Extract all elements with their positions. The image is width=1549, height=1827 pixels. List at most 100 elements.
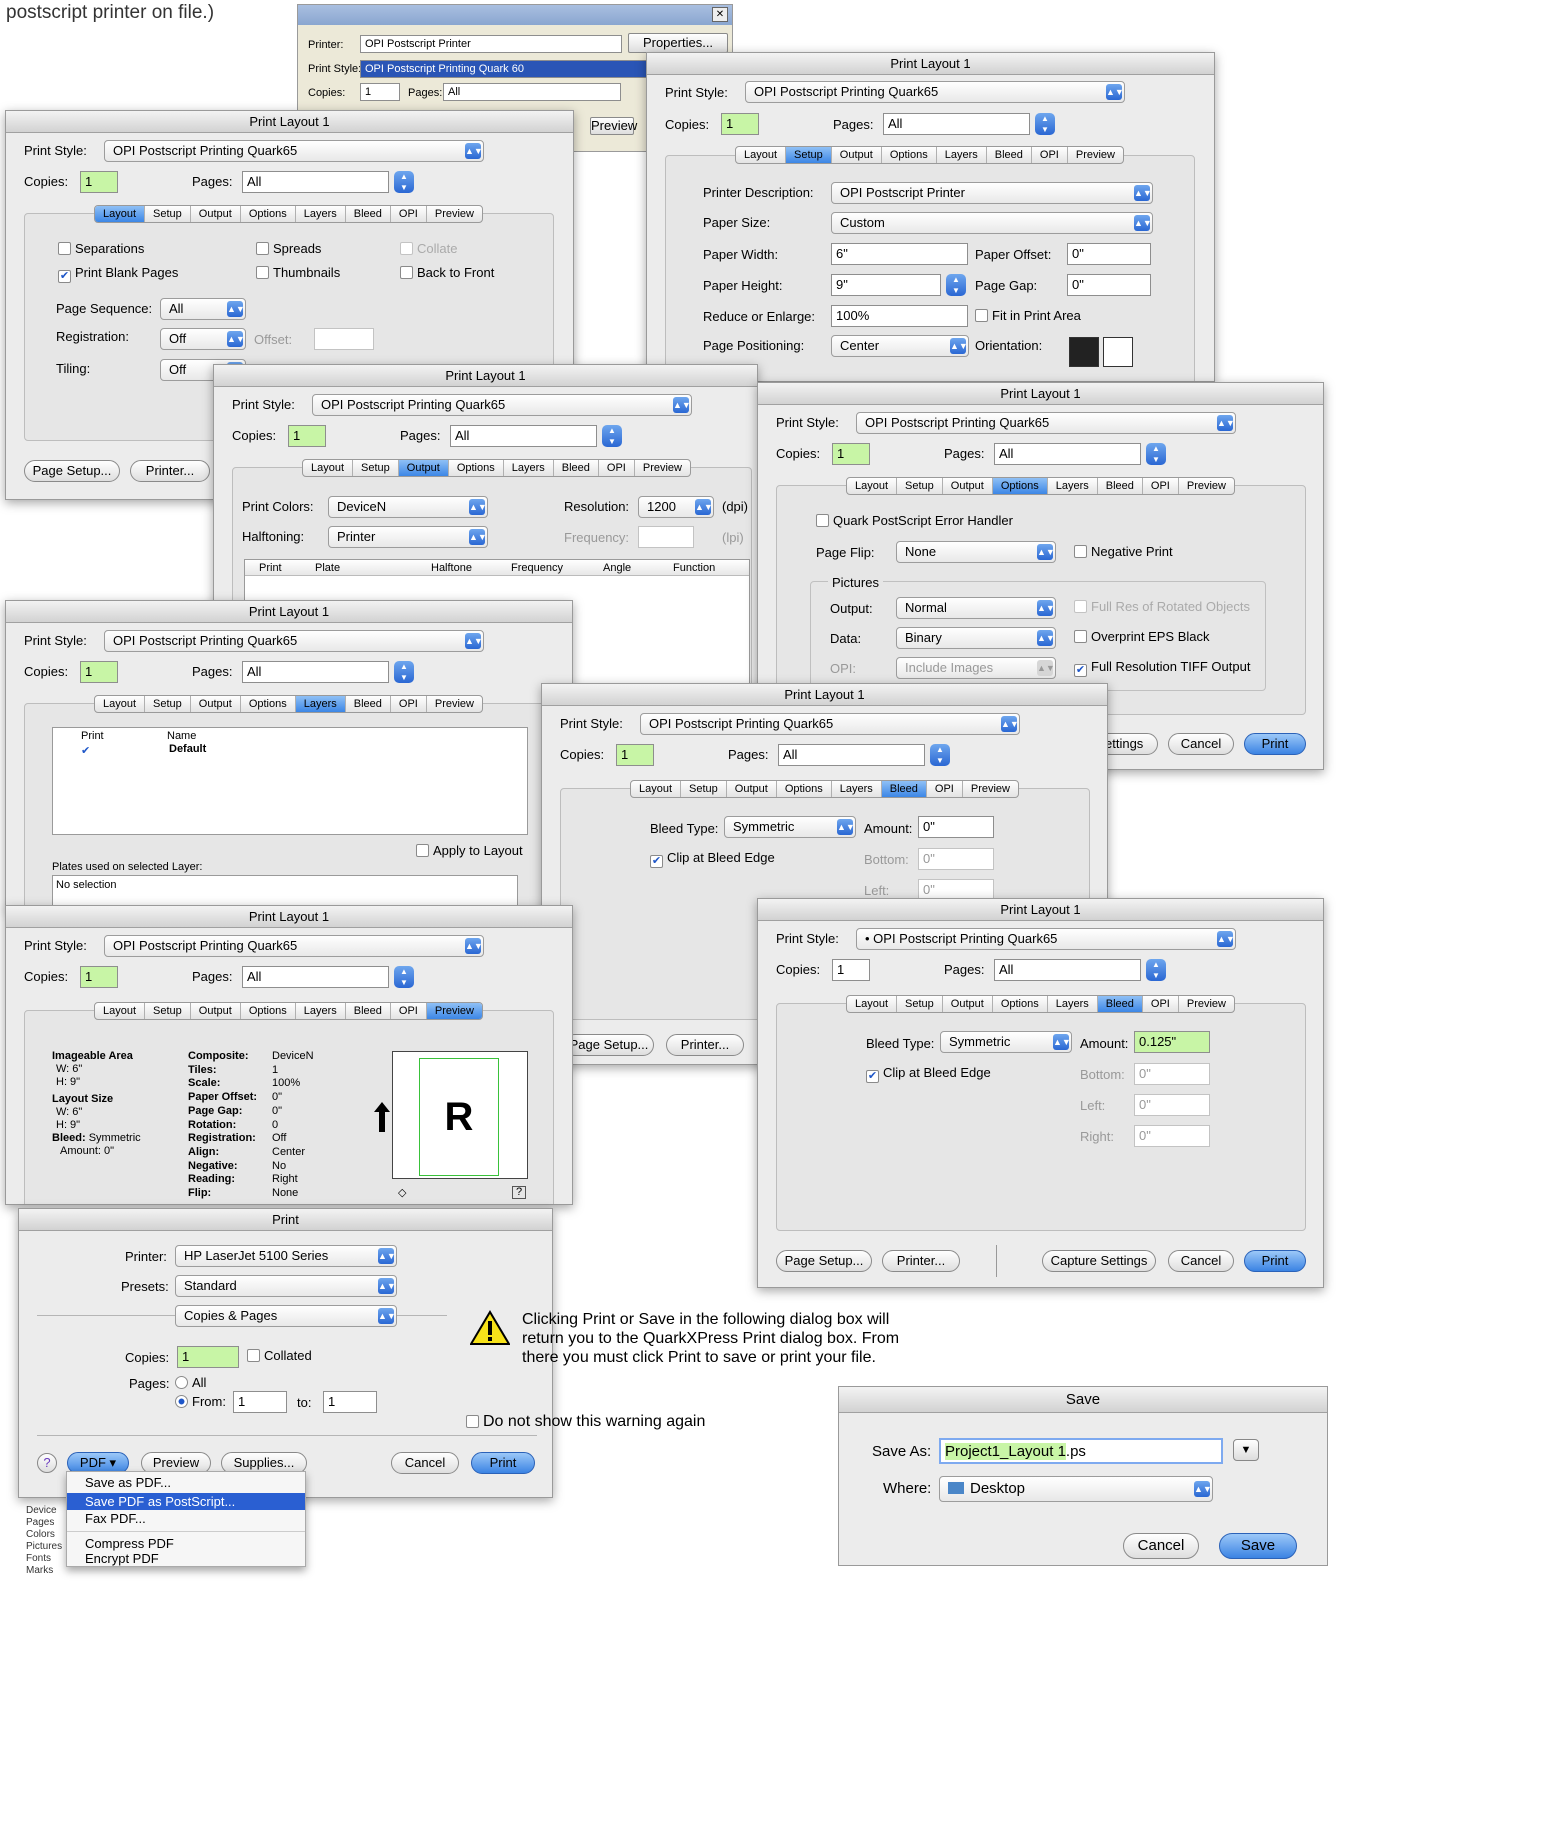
tab-layout[interactable]: Layout	[847, 996, 898, 1012]
tab-layers[interactable]: Layers	[295, 696, 346, 712]
error-handler-checkbox[interactable]: Quark PostScript Error Handler	[816, 513, 1013, 529]
tab-layers[interactable]: Layers	[832, 781, 882, 797]
reduce-enlarge-input[interactable]: 100%	[831, 305, 968, 327]
data-select[interactable]: Binary ▲▼	[896, 627, 1056, 649]
right-input[interactable]: 0"	[1134, 1125, 1210, 1147]
amount-input[interactable]: 0"	[918, 816, 994, 838]
xp-copies-input[interactable]: 1	[360, 83, 400, 101]
copies-input[interactable]: 1	[80, 171, 118, 193]
print-style-select[interactable]: • OPI Postscript Printing Quark65 ▲▼	[856, 928, 1236, 950]
copies-input[interactable]: 1	[721, 113, 759, 135]
tab-layers[interactable]: Layers	[1048, 996, 1098, 1012]
printer-button[interactable]: Printer...	[666, 1034, 744, 1056]
tab-output[interactable]: Output	[191, 206, 241, 222]
tab-opi[interactable]: OPI	[391, 696, 427, 712]
print-style-select[interactable]: OPI Postscript Printing Quark65 ▲▼	[856, 412, 1236, 434]
apply-to-layout-checkbox[interactable]: Apply to Layout	[416, 843, 523, 859]
tab-opi[interactable]: OPI	[1143, 996, 1179, 1012]
back-to-front-checkbox[interactable]: Back to Front	[400, 265, 494, 281]
column-halftone[interactable]: Halftone	[415, 560, 497, 575]
tab-preview[interactable]: Preview	[1179, 478, 1234, 494]
tab-setup[interactable]: Setup	[145, 1003, 191, 1019]
from-pages-radio[interactable]: From:	[175, 1394, 226, 1410]
column-plate[interactable]: Plate	[305, 560, 415, 575]
tab-setup[interactable]: Setup	[897, 478, 943, 494]
close-icon[interactable]: ✕	[712, 7, 728, 22]
page-setup-button[interactable]: Page Setup...	[564, 1034, 654, 1056]
tab-options[interactable]: Options	[992, 478, 1048, 494]
sidebar-item-device[interactable]: Device	[26, 1505, 62, 1517]
column-print[interactable]: Print	[81, 730, 104, 742]
printer-description-select[interactable]: OPI Postscript Printer ▲▼	[831, 182, 1153, 204]
where-select[interactable]: Desktop ▲▼	[939, 1476, 1213, 1502]
copies-input[interactable]: 1	[616, 744, 654, 766]
paper-height-input[interactable]: 9"	[831, 274, 941, 296]
tab-bleed[interactable]: Bleed	[881, 781, 927, 797]
separations-checkbox[interactable]: Separations	[58, 241, 144, 257]
copies-input[interactable]: 1	[288, 425, 326, 447]
tab-layout[interactable]: Layout	[95, 1003, 146, 1019]
tab-output[interactable]: Output	[191, 1003, 241, 1019]
page-flip-select[interactable]: None ▲▼	[896, 541, 1056, 563]
xp-preview-tab[interactable]: Preview	[590, 117, 637, 135]
tab-opi[interactable]: OPI	[927, 781, 963, 797]
print-style-select[interactable]: OPI Postscript Printing Quark65 ▲▼	[312, 394, 692, 416]
tab-bleed[interactable]: Bleed	[1098, 478, 1143, 494]
tab-opi[interactable]: OPI	[1143, 478, 1179, 494]
tab-output[interactable]: Output	[191, 696, 241, 712]
tab-options[interactable]: Options	[449, 460, 504, 476]
column-name[interactable]: Name	[167, 730, 196, 742]
clip-bleed-checkbox[interactable]: ✔ Clip at Bleed Edge	[650, 850, 775, 868]
collate-checkbox[interactable]: Collate	[400, 241, 457, 257]
printer-select[interactable]: HP LaserJet 5100 Series ▲▼	[175, 1245, 397, 1267]
offset-input[interactable]	[314, 328, 374, 350]
tab-output[interactable]: Output	[727, 781, 777, 797]
pages-input[interactable]: All	[242, 171, 389, 193]
portrait-orientation-icon[interactable]	[1069, 337, 1099, 367]
tab-bleed[interactable]: Bleed	[346, 696, 391, 712]
menu-item-compress-pdf[interactable]: Compress PDF	[67, 1536, 305, 1551]
tab-opi[interactable]: OPI	[391, 1003, 427, 1019]
sidebar-item-fonts[interactable]: Fonts	[26, 1553, 62, 1565]
tab-layers[interactable]: Layers	[937, 147, 987, 163]
copies-input[interactable]: 1	[80, 661, 118, 683]
do-not-show-checkbox[interactable]: Do not show this warning again	[466, 1414, 705, 1430]
page-positioning-select[interactable]: Center ▲▼	[831, 335, 969, 357]
capture-settings-button[interactable]: Capture Settings	[1042, 1250, 1156, 1272]
page-gap-input[interactable]: 0"	[1067, 274, 1151, 296]
pages-input[interactable]: All	[242, 966, 389, 988]
tab-output[interactable]: Output	[398, 460, 449, 476]
negative-print-checkbox[interactable]: Negative Print	[1074, 544, 1173, 560]
tab-preview[interactable]: Preview	[427, 696, 482, 712]
pages-stepper[interactable]: ▲ ▼	[1146, 443, 1166, 465]
printer-button[interactable]: Printer...	[882, 1250, 960, 1272]
tab-preview[interactable]: Preview	[426, 1003, 482, 1019]
sidebar-item-marks[interactable]: Marks	[26, 1565, 62, 1577]
pages-stepper[interactable]: ▲ ▼	[1035, 113, 1055, 135]
tab-options[interactable]: Options	[882, 147, 937, 163]
properties-button[interactable]: Properties...	[628, 33, 728, 53]
opi-select[interactable]: Include Images ▲▼	[896, 657, 1056, 679]
paper-size-select[interactable]: Custom ▲▼	[831, 212, 1153, 234]
tab-setup[interactable]: Setup	[145, 696, 191, 712]
tab-preview[interactable]: Preview	[427, 206, 482, 222]
tab-options[interactable]: Options	[241, 206, 296, 222]
bleed-type-select[interactable]: Symmetric ▲▼	[940, 1031, 1072, 1053]
tab-preview[interactable]: Preview	[635, 460, 690, 476]
tab-bleed[interactable]: Bleed	[1097, 996, 1143, 1012]
sidebar-item-pictures[interactable]: Pictures	[26, 1541, 62, 1553]
frequency-input[interactable]	[638, 526, 694, 548]
save-button[interactable]: Save	[1219, 1533, 1297, 1559]
tab-options[interactable]: Options	[241, 696, 296, 712]
spreads-checkbox[interactable]: Spreads	[256, 241, 321, 257]
tab-output[interactable]: Output	[943, 996, 993, 1012]
pane-select[interactable]: Copies & Pages ▲▼	[175, 1305, 397, 1327]
tab-options[interactable]: Options	[993, 996, 1048, 1012]
pages-input[interactable]: All	[242, 661, 389, 683]
output-select[interactable]: Normal ▲▼	[896, 597, 1056, 619]
printer-button[interactable]: Printer...	[130, 460, 210, 482]
menu-item-save-pdf-postscript[interactable]: Save PDF as PostScript...	[67, 1493, 305, 1510]
paper-width-input[interactable]: 6"	[831, 243, 968, 265]
from-input[interactable]: 1	[233, 1391, 287, 1413]
pages-stepper[interactable]: ▲ ▼	[930, 744, 950, 766]
